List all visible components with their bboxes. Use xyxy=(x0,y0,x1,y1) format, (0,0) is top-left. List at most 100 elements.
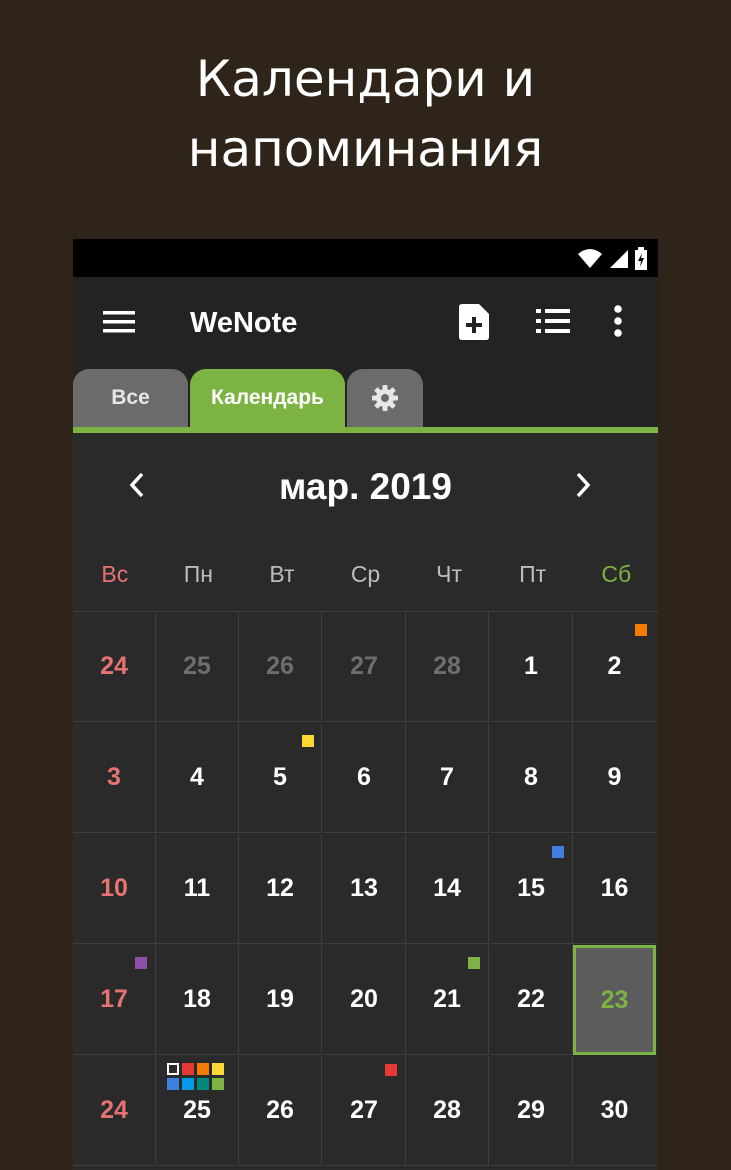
calendar-day[interactable]: 13 xyxy=(323,834,406,944)
event-marker xyxy=(197,1078,209,1090)
weekday-label: Пн xyxy=(183,561,213,587)
signal-icon xyxy=(610,250,628,268)
day-number: 9 xyxy=(607,763,622,791)
day-number: 26 xyxy=(266,652,294,680)
weekday-label: Сб xyxy=(601,561,632,587)
calendar-day[interactable]: 28 xyxy=(406,1056,489,1166)
calendar-day[interactable]: 29 xyxy=(490,1056,573,1166)
calendar-day[interactable]: 18 xyxy=(156,945,239,1055)
battery-icon xyxy=(635,247,647,270)
calendar-day[interactable]: 25 xyxy=(156,1056,239,1166)
calendar-day[interactable]: 5 xyxy=(239,723,322,833)
day-number: 26 xyxy=(266,1096,294,1124)
hero-title-line2: напоминания xyxy=(187,120,544,178)
calendar-day[interactable]: 7 xyxy=(406,723,489,833)
calendar-day[interactable]: 3 xyxy=(73,723,156,833)
calendar-day[interactable]: 9 xyxy=(573,723,656,833)
event-marker xyxy=(635,624,647,636)
chevron-right-icon[interactable] xyxy=(575,471,591,499)
calendar-day[interactable]: 28 xyxy=(406,612,489,722)
calendar-day[interactable]: 14 xyxy=(406,834,489,944)
calendar-day[interactable]: 16 xyxy=(573,834,656,944)
calendar-day[interactable]: 1 xyxy=(490,612,573,722)
event-marker xyxy=(212,1063,224,1075)
calendar-day[interactable]: 25 xyxy=(156,612,239,722)
calendar-day[interactable]: 8 xyxy=(490,723,573,833)
calendar-day[interactable]: 17 xyxy=(73,945,156,1055)
app-bar: WeNote xyxy=(73,277,658,369)
month-title[interactable]: мар. 2019 xyxy=(73,465,658,509)
calendar-day[interactable]: 2 xyxy=(573,612,656,722)
tab-all[interactable]: Все xyxy=(73,369,188,427)
calendar-day[interactable]: 11 xyxy=(156,834,239,944)
calendar-day[interactable]: 19 xyxy=(239,945,322,1055)
calendar-day[interactable]: 26 xyxy=(239,612,322,722)
day-number: 14 xyxy=(433,874,461,902)
event-marker xyxy=(197,1063,209,1075)
day-number: 16 xyxy=(600,874,629,902)
more-vert-icon[interactable] xyxy=(613,305,623,337)
event-marker xyxy=(167,1063,179,1075)
day-number: 12 xyxy=(266,874,294,902)
gear-icon xyxy=(372,385,398,411)
app-title: WeNote xyxy=(190,307,298,339)
event-marker xyxy=(182,1063,194,1075)
event-marker xyxy=(135,957,147,969)
day-number: 10 xyxy=(100,874,128,902)
event-marker xyxy=(385,1064,397,1076)
calendar-day[interactable]: 10 xyxy=(73,834,156,944)
event-marker xyxy=(212,1078,224,1090)
list-icon[interactable] xyxy=(536,307,570,335)
calendar-day[interactable]: 22 xyxy=(490,945,573,1055)
event-markers xyxy=(167,1063,224,1090)
weekday-label: Пт xyxy=(519,561,547,587)
calendar-day[interactable]: 30 xyxy=(573,1056,656,1166)
hero-title-line1: Календари и xyxy=(195,50,536,108)
day-number: 28 xyxy=(433,652,461,680)
calendar-day[interactable]: 6 xyxy=(323,723,406,833)
calendar-day[interactable]: 24 xyxy=(73,1056,156,1166)
event-marker xyxy=(552,846,564,858)
tab-calendar-label: Календарь xyxy=(211,386,324,409)
day-number: 23 xyxy=(600,985,629,1014)
wifi-icon xyxy=(578,249,602,268)
day-number: 25 xyxy=(183,652,211,680)
day-number: 8 xyxy=(524,763,538,791)
day-number: 6 xyxy=(357,763,371,791)
calendar-day[interactable]: 21 xyxy=(406,945,489,1055)
menu-icon[interactable] xyxy=(103,309,135,335)
calendar-day-today[interactable]: 23 xyxy=(573,945,656,1055)
hero-title: Календари и напоминания xyxy=(0,44,731,184)
calendar-day[interactable]: 4 xyxy=(156,723,239,833)
event-marker xyxy=(302,735,314,747)
tab-calendar[interactable]: Календарь xyxy=(190,369,345,427)
status-bar xyxy=(73,239,658,277)
calendar-day[interactable]: 26 xyxy=(239,1056,322,1166)
new-note-icon[interactable] xyxy=(459,304,489,340)
day-number: 18 xyxy=(183,985,211,1013)
weekday-label: Вт xyxy=(269,561,295,587)
tab-settings[interactable] xyxy=(347,369,423,427)
calendar-day[interactable]: 15 xyxy=(490,834,573,944)
weekday-label: Чт xyxy=(436,561,463,587)
calendar-day[interactable]: 24 xyxy=(73,612,156,722)
day-number: 1 xyxy=(524,652,538,680)
day-number: 20 xyxy=(350,985,378,1013)
day-number: 7 xyxy=(440,763,454,791)
day-number: 29 xyxy=(517,1096,545,1124)
weekday-header: Вс Пн Вт Ср Чт Пт Сб xyxy=(73,537,658,611)
calendar-day[interactable]: 27 xyxy=(323,612,406,722)
event-marker xyxy=(167,1078,179,1090)
calendar-day[interactable]: 20 xyxy=(323,945,406,1055)
calendar-day[interactable]: 12 xyxy=(239,834,322,944)
day-number: 3 xyxy=(107,763,121,791)
event-marker xyxy=(182,1078,194,1090)
weekday-label: Ср xyxy=(350,561,381,587)
month-navigation: мар. 2019 xyxy=(73,433,658,537)
tab-all-label: Все xyxy=(111,386,150,409)
calendar-grid: 24 25 26 27 28 1 2 3 4 5 6 7 8 9 10 11 1… xyxy=(73,611,658,1170)
weekday-label: Вс xyxy=(101,561,129,587)
day-number: 11 xyxy=(183,874,211,902)
phone-screen: WeNote Все Календарь мар. 2019 Вс Пн Вт … xyxy=(73,239,658,1170)
calendar-day[interactable]: 27 xyxy=(323,1056,406,1166)
